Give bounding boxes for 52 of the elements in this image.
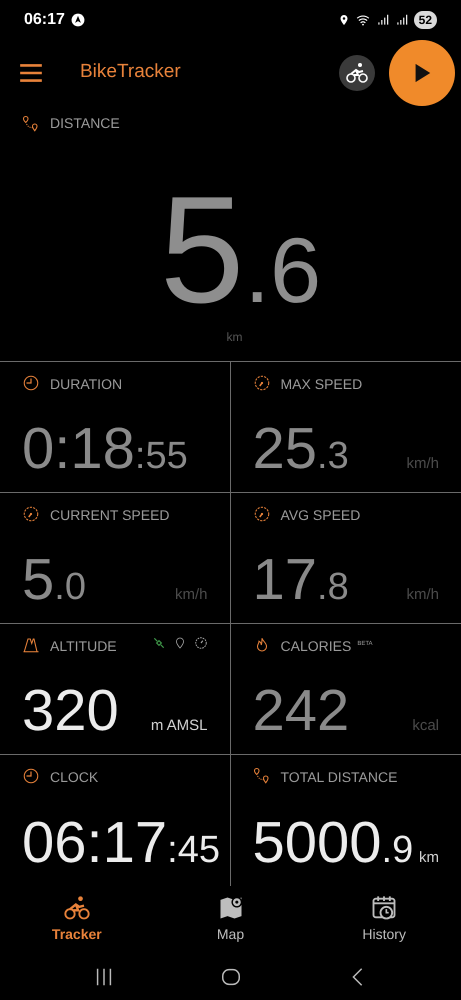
navigation-icon	[70, 13, 85, 27]
route-pins-icon	[22, 114, 40, 132]
unit-label: km/h	[406, 585, 439, 605]
tile-value: 25.3	[252, 420, 349, 478]
unit-label: kcal	[412, 716, 439, 736]
speedometer-icon	[22, 505, 40, 523]
tile-label: CURRENT SPEED	[50, 506, 170, 525]
battery-indicator: 52	[414, 11, 437, 29]
calendar-clock-icon	[370, 894, 398, 922]
tile-value: 5000.9	[252, 814, 414, 872]
tile-label: ALTITUDE	[50, 637, 117, 656]
unit-label: m AMSL	[150, 716, 208, 736]
tile-label: TOTAL DISTANCE	[280, 768, 398, 787]
app-title: BikeTracker	[80, 60, 182, 84]
home-icon[interactable]	[220, 966, 242, 988]
nav-tab[interactable]: Tracker	[0, 887, 154, 952]
tile-label: DURATION	[50, 375, 122, 394]
tile-value: 242	[252, 682, 350, 740]
location-icon	[338, 13, 350, 27]
wifi-icon	[354, 13, 371, 27]
location-icon	[174, 636, 186, 650]
bicycle-icon	[345, 60, 369, 84]
tile-label: AVG SPEED	[280, 506, 360, 525]
nav-tab[interactable]: Map	[154, 887, 308, 952]
tile-value: 320	[22, 682, 119, 740]
compass-icon	[194, 636, 208, 650]
signal-icon	[376, 13, 390, 27]
unit-label: km/h	[174, 585, 208, 605]
tile-value: 5.0	[22, 551, 86, 609]
status-time: 06:17	[24, 10, 65, 30]
distance-label: DISTANCE	[50, 114, 120, 133]
satellite-icon	[152, 636, 166, 650]
cyclist-icon	[62, 894, 91, 922]
unit-label: km/h	[406, 454, 439, 474]
stopwatch-icon	[22, 767, 40, 785]
distance-unit: km	[226, 329, 242, 346]
activity-type-button[interactable]	[339, 54, 375, 90]
route-pins-icon	[252, 767, 270, 785]
tile-value: 06:17:45	[22, 814, 220, 872]
unit-label: km	[419, 848, 439, 868]
tile-label: MAX SPEED	[280, 375, 362, 394]
tile-value: 0:18:55	[22, 420, 188, 478]
nav-tab[interactable]: History	[307, 887, 461, 952]
tile-label: CALORIES	[280, 637, 352, 656]
speedometer-icon	[252, 374, 270, 392]
tile-label: CLOCK	[50, 768, 98, 787]
stopwatch-icon	[22, 374, 40, 392]
distance-value: 5.6	[158, 174, 322, 326]
speedometer-icon	[252, 505, 270, 523]
tile-value: 17.8	[252, 551, 349, 609]
mountain-icon	[22, 636, 40, 654]
signal-icon	[394, 13, 409, 27]
